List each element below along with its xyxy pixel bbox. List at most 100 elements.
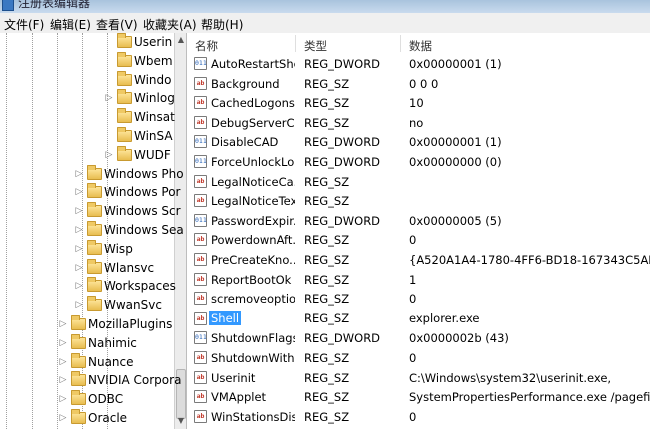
value-row[interactable]: ab LegalNoticeText REG_SZ bbox=[187, 191, 650, 211]
expand-arrow-icon[interactable]: ▷ bbox=[59, 375, 67, 385]
value-type: REG_DWORD bbox=[304, 135, 381, 150]
scroll-up-icon[interactable]: ▲ bbox=[176, 34, 186, 46]
tree-item-label: MozillaPlugins bbox=[88, 317, 173, 331]
expand-arrow-icon[interactable]: ▷ bbox=[75, 187, 83, 197]
value-row[interactable]: 011 ShutdownFlags REG_DWORD 0x0000002b (43) bbox=[187, 328, 650, 348]
expand-arrow-icon[interactable]: ▷ bbox=[75, 281, 83, 291]
value-row[interactable]: ab DebugServerC... REG_SZ no bbox=[187, 113, 650, 133]
tree-item[interactable]: ▷ Oracle bbox=[0, 409, 174, 428]
column-data-header[interactable]: 数据 bbox=[409, 38, 432, 54]
value-name: VMApplet bbox=[211, 390, 267, 405]
value-data: 0x00000001 (1) bbox=[409, 135, 502, 150]
value-data: 0x0000002b (43) bbox=[409, 331, 509, 346]
value-row[interactable]: ab ShutdownWith... REG_SZ 0 bbox=[187, 348, 650, 368]
expand-arrow-icon[interactable]: ▷ bbox=[59, 394, 67, 404]
menu-file[interactable]: 文件(F) bbox=[4, 16, 44, 33]
tree-item[interactable]: ▷ Wlansvc bbox=[0, 258, 174, 278]
tree-item[interactable]: WinSA bbox=[0, 127, 174, 146]
scroll-down-icon[interactable]: ▼ bbox=[176, 415, 186, 427]
value-row[interactable]: 011 AutoRestartShell REG_DWORD 0x00000001 (… bbox=[187, 54, 650, 74]
tree-item-label: WUDF bbox=[134, 147, 171, 162]
tree-item[interactable]: Userin bbox=[0, 33, 174, 52]
registry-tree[interactable]: ▲ ▼ Userin Wbem Windo ▷ Winlog Winsat WinSA ▷ WU… bbox=[0, 33, 187, 429]
folder-icon bbox=[117, 51, 132, 67]
value-row[interactable]: ab scremoveoption REG_SZ 0 bbox=[187, 289, 650, 309]
value-row[interactable]: ab PreCreateKno... REG_SZ {A520A1A4-1780-4F… bbox=[187, 250, 650, 270]
tree-item[interactable]: Windo bbox=[0, 70, 174, 90]
menu-edit[interactable]: 编辑(E) bbox=[50, 16, 91, 33]
value-name: PowerdownAft... bbox=[211, 233, 295, 248]
expand-arrow-icon[interactable]: ▷ bbox=[75, 225, 83, 235]
expand-arrow-icon[interactable]: ▷ bbox=[75, 244, 83, 254]
folder-icon bbox=[87, 258, 102, 274]
string-value-icon: ab bbox=[194, 115, 207, 129]
menu-favorites[interactable]: 收藏夹(A) bbox=[143, 16, 197, 33]
value-data: 0x00000001 (1) bbox=[409, 57, 502, 71]
value-row[interactable]: ab VMApplet REG_SZ SystemPropertiesPerforma… bbox=[187, 387, 650, 407]
string-value-icon: ab bbox=[194, 272, 207, 286]
folder-icon bbox=[87, 239, 102, 255]
expand-arrow-icon[interactable]: ▷ bbox=[59, 413, 67, 423]
tree-item[interactable]: ▷ Windows Pho bbox=[0, 164, 184, 184]
menu-help[interactable]: 帮助(H) bbox=[201, 16, 243, 33]
tree-item[interactable]: ▷ Workspaces bbox=[0, 277, 176, 296]
expand-arrow-icon[interactable]: ▷ bbox=[105, 150, 113, 160]
tree-item[interactable]: ▷ WwanSvc bbox=[0, 296, 174, 315]
expand-arrow-icon[interactable]: ▷ bbox=[75, 263, 83, 273]
value-row[interactable]: 011 ForceUnlockLo... REG_DWORD 0x00000000 (… bbox=[187, 152, 650, 172]
value-type: REG_SZ bbox=[304, 272, 350, 287]
expand-arrow-icon[interactable]: ▷ bbox=[75, 206, 83, 216]
tree-item[interactable]: ▷ Nahimic bbox=[0, 333, 174, 353]
value-name: ShutdownFlags bbox=[211, 331, 295, 346]
value-row[interactable]: ab Background REG_SZ 0 0 0 bbox=[187, 74, 650, 94]
value-row[interactable]: ab Shell REG_SZ explorer.exe bbox=[187, 309, 650, 329]
value-row[interactable]: ab PowerdownAft... REG_SZ 0 bbox=[187, 230, 650, 250]
value-type: REG_SZ bbox=[304, 310, 350, 325]
tree-item-label: WwanSvc bbox=[104, 298, 162, 313]
column-name-header[interactable]: 名称 bbox=[195, 38, 218, 54]
tree-item[interactable]: ▷ NVIDIA Corpora bbox=[0, 371, 181, 390]
column-divider[interactable] bbox=[400, 35, 401, 52]
tree-item[interactable]: ▷ MozillaPlugins bbox=[0, 315, 174, 334]
column-type-header[interactable]: 类型 bbox=[304, 38, 327, 54]
folder-icon bbox=[117, 89, 132, 105]
tree-item[interactable]: ▷ WUDF bbox=[0, 145, 174, 165]
value-row[interactable]: 011 DisableCAD REG_DWORD 0x00000001 (1) bbox=[187, 132, 650, 152]
value-data: no bbox=[409, 115, 424, 130]
tree-item[interactable]: Wbem bbox=[0, 51, 174, 71]
folder-icon bbox=[71, 315, 86, 330]
expand-arrow-icon[interactable]: ▷ bbox=[59, 319, 67, 329]
title-bar: 注册表编辑器 bbox=[0, 0, 650, 13]
tree-item[interactable]: ▷ Wisp bbox=[0, 239, 174, 259]
value-data: C:\Windows\system32\userinit.exe, bbox=[409, 370, 612, 385]
value-row[interactable]: ab LegalNoticeCa... REG_SZ bbox=[187, 172, 650, 192]
tree-item[interactable]: ▷ Windows Por bbox=[0, 183, 180, 202]
expand-arrow-icon[interactable]: ▷ bbox=[59, 357, 67, 367]
value-type: REG_SZ bbox=[304, 76, 350, 91]
expand-arrow-icon[interactable]: ▷ bbox=[75, 300, 83, 310]
value-name: WinStationsDis... bbox=[211, 409, 295, 424]
value-row[interactable]: ab Userinit REG_SZ C:\Windows\system32\user… bbox=[187, 368, 650, 388]
menu-view[interactable]: 查看(V) bbox=[96, 16, 138, 33]
value-row[interactable]: 011 PasswordExpir... REG_DWORD 0x00000005 (… bbox=[187, 211, 650, 231]
tree-item[interactable]: Winsat bbox=[0, 108, 175, 127]
expand-arrow-icon[interactable]: ▷ bbox=[59, 338, 67, 348]
expand-arrow-icon[interactable]: ▷ bbox=[105, 93, 113, 103]
value-type: REG_SZ bbox=[304, 194, 350, 209]
tree-item[interactable]: ▷ Winlog bbox=[0, 89, 175, 108]
value-row[interactable]: ab ReportBootOk REG_SZ 1 bbox=[187, 270, 650, 290]
value-row[interactable]: ab CachedLogons... REG_SZ 10 bbox=[187, 93, 650, 113]
expand-arrow-icon[interactable]: ▷ bbox=[75, 169, 83, 179]
value-row[interactable]: ab WinStationsDis... REG_SZ 0 bbox=[187, 407, 650, 427]
folder-icon bbox=[87, 277, 102, 293]
value-name: LegalNoticeCa... bbox=[211, 174, 295, 189]
tree-item[interactable]: ▷ Windows Sea bbox=[0, 221, 184, 240]
values-list[interactable]: 名称 类型 数据 011 AutoRestartShell REG_DWORD 0x0… bbox=[187, 33, 650, 429]
tree-item[interactable]: ▷ Windows Scr bbox=[0, 202, 181, 221]
tree-item[interactable]: ▷ ODBC bbox=[0, 390, 174, 409]
value-type: REG_DWORD bbox=[304, 213, 381, 228]
folder-icon bbox=[87, 164, 102, 180]
string-value-icon: ab bbox=[194, 174, 207, 188]
column-divider[interactable] bbox=[295, 35, 296, 52]
tree-item[interactable]: ▷ Nuance bbox=[0, 352, 174, 372]
